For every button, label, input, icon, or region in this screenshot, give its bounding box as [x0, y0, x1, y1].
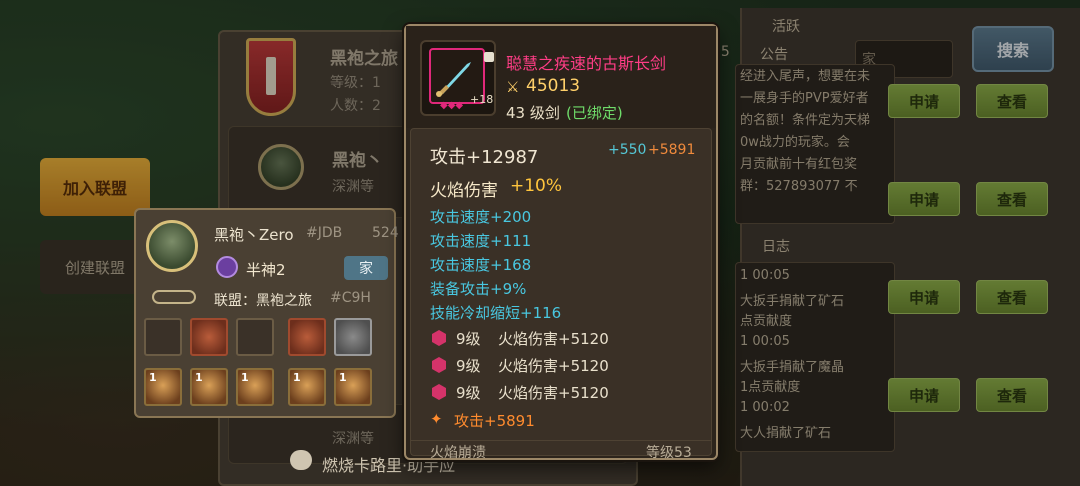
- fire-damage-value: +10%: [510, 176, 563, 196]
- gem-effect: 火焰伤害+5120: [498, 384, 609, 402]
- hero-level: 1: [149, 371, 157, 384]
- player-guild: 联盟：黑袍之旅: [214, 293, 312, 309]
- star-rating-icon: ◆◆◆: [440, 100, 464, 111]
- player-guild-tag: #C9H: [330, 290, 371, 306]
- item-level: 43 级剑: [506, 104, 560, 122]
- attack-bonus: 攻击+5891: [454, 412, 535, 430]
- gem-level: 9级: [456, 357, 481, 375]
- player-number: 524: [372, 225, 399, 241]
- equipment-slot[interactable]: [334, 318, 372, 356]
- rank-icon: [216, 256, 238, 278]
- crossed-swords-icon: ⚔: [506, 78, 520, 96]
- item-power: 45013: [526, 76, 581, 96]
- hero-level: 1: [195, 371, 203, 384]
- item-name: 聪慧之疾速的古斯长剑: [506, 54, 667, 73]
- hero-level: 1: [339, 371, 347, 384]
- divider: [410, 440, 712, 441]
- equipment-slot[interactable]: [144, 318, 182, 356]
- fire-damage-label: 火焰伤害: [430, 181, 498, 201]
- hero-slot[interactable]: 1: [144, 368, 182, 406]
- skill-level: 等级53: [646, 445, 692, 461]
- sub-stat: 攻击速度+111: [430, 232, 532, 250]
- hero-level: 1: [241, 371, 249, 384]
- sub-stat: 攻击速度+200: [430, 208, 532, 226]
- equipment-slot[interactable]: [190, 318, 228, 356]
- sub-stat: 技能冷却缩短+116: [430, 304, 562, 322]
- item-bound-status: (已绑定): [566, 104, 623, 122]
- main-stat-bonus: +550: [608, 142, 647, 158]
- magnifier-icon[interactable]: [152, 290, 196, 304]
- gem-level: 9级: [456, 330, 481, 348]
- hero-level: 1: [293, 371, 301, 384]
- player-name: 黑袍丶Zero: [214, 226, 294, 244]
- equipment-slot[interactable]: [236, 318, 274, 356]
- equipment-slot[interactable]: [288, 318, 326, 356]
- lock-icon: [484, 52, 494, 62]
- main-stat: 攻击+12987: [430, 147, 539, 168]
- gem-level: 9级: [456, 384, 481, 402]
- family-button[interactable]: 家: [344, 256, 388, 280]
- skill-name: 火焰崩溃: [430, 445, 486, 461]
- hammer-icon: ✦: [430, 410, 443, 428]
- gem-effect: 火焰伤害+5120: [498, 330, 609, 348]
- player-avatar[interactable]: [146, 220, 198, 272]
- hero-slot[interactable]: 1: [288, 368, 326, 406]
- hero-slot[interactable]: 1: [334, 368, 372, 406]
- enhance-level: +18: [470, 93, 494, 106]
- main-stat-bonus: +5891: [648, 142, 696, 158]
- player-rank: 半神2: [246, 261, 286, 279]
- sub-stat: 攻击速度+168: [430, 256, 532, 274]
- hero-slot[interactable]: 1: [190, 368, 228, 406]
- chat-bubble-icon: [290, 450, 312, 470]
- hero-slot[interactable]: 1: [236, 368, 274, 406]
- player-tag: #JDB: [306, 225, 343, 241]
- gem-effect: 火焰伤害+5120: [498, 357, 609, 375]
- sub-stat: 装备攻击+9%: [430, 280, 527, 298]
